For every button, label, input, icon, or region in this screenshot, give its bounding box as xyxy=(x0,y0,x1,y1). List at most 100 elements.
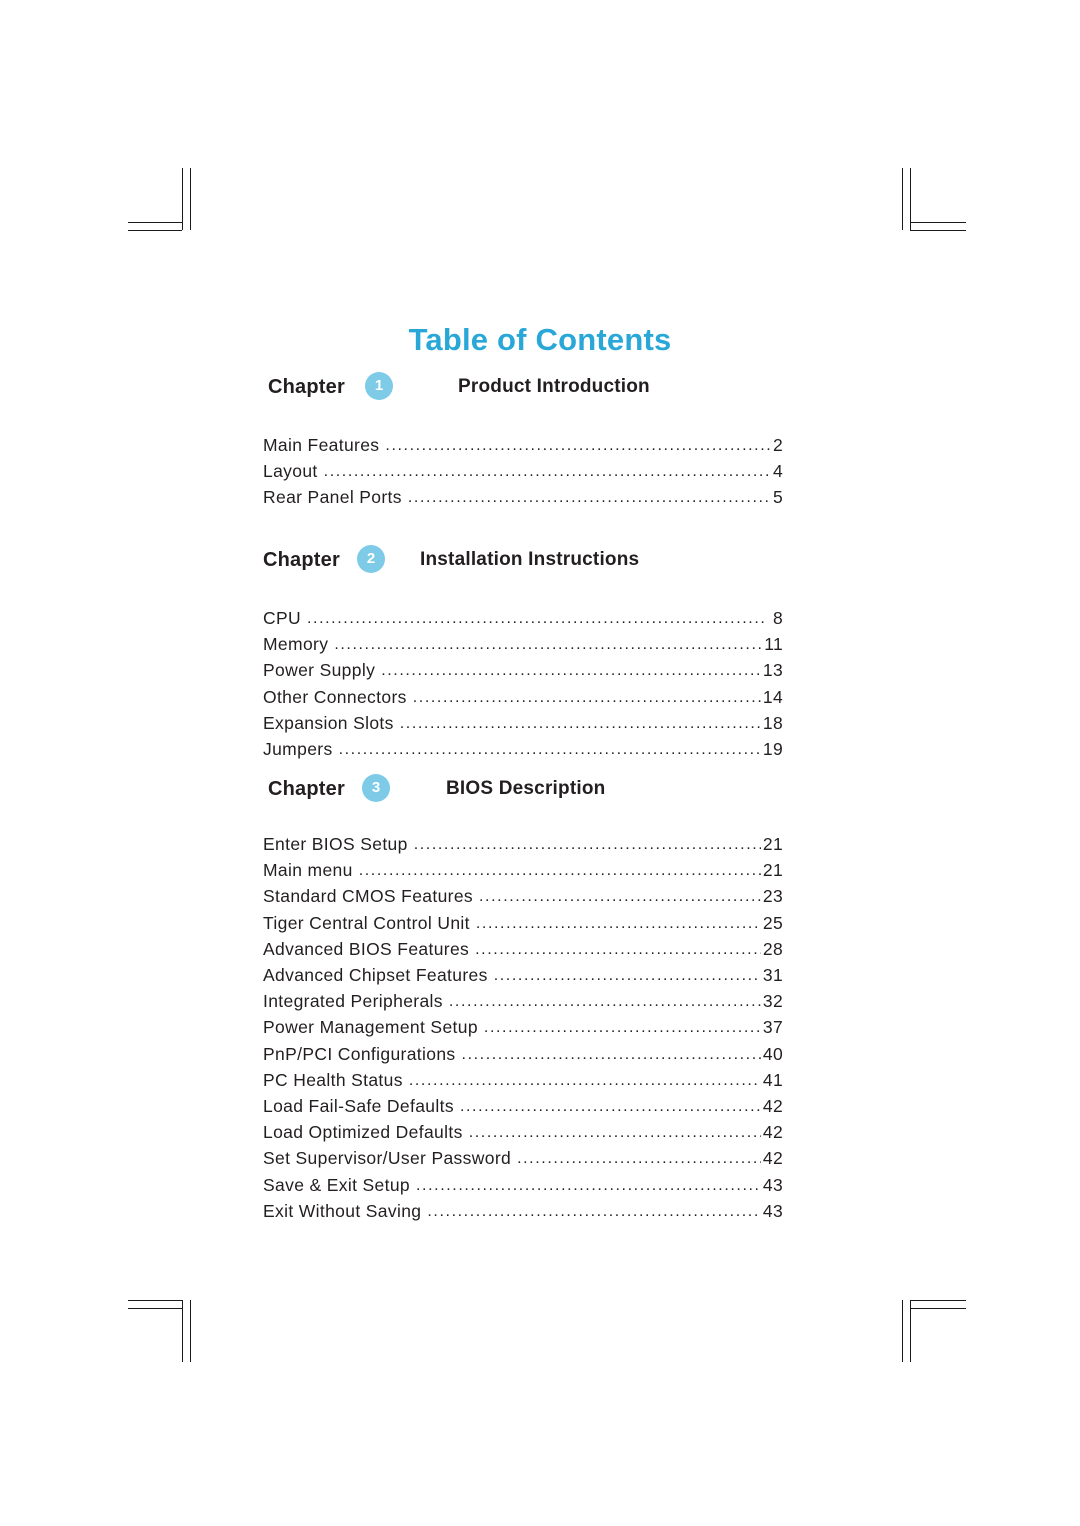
toc-entry-label: Power Management Setup xyxy=(263,1017,478,1038)
toc-entry-page: 31 xyxy=(762,965,783,986)
toc-entry-label: Load Optimized Defaults xyxy=(263,1122,463,1143)
toc-entry[interactable]: Power Supply ...........................… xyxy=(263,658,783,684)
toc-entry-page: 28 xyxy=(762,938,783,959)
toc-entry[interactable]: Main Features ..........................… xyxy=(263,433,783,459)
toc-entry[interactable]: Power Management Setup .................… xyxy=(263,1015,783,1041)
toc-entry[interactable]: Tiger Central Control Unit .............… xyxy=(263,911,783,937)
toc-leader-dots: ........................................… xyxy=(517,1150,761,1168)
toc-leader-dots: ........................................… xyxy=(416,1176,761,1194)
toc-entry-page: 11 xyxy=(764,634,783,655)
chapter-label-3: Chapter xyxy=(268,778,345,800)
toc-entry[interactable]: Advanced BIOS Features .................… xyxy=(263,937,783,963)
toc-leader-dots: ........................................… xyxy=(475,940,761,958)
toc-entry-label: PC Health Status xyxy=(263,1069,403,1090)
toc-leader-dots: ........................................… xyxy=(427,1202,761,1220)
toc-leader-dots: ........................................… xyxy=(323,463,771,481)
toc-entry[interactable]: Exit Without Saving ....................… xyxy=(263,1199,783,1225)
toc-entry[interactable]: Memory .................................… xyxy=(263,632,783,658)
toc-entry-label: Exit Without Saving xyxy=(263,1200,422,1221)
toc-entry-page: 13 xyxy=(762,660,783,681)
toc-leader-dots: ........................................… xyxy=(408,1071,761,1089)
toc-entry-label: Enter BIOS Setup xyxy=(263,834,408,854)
toc-entry-page: 21 xyxy=(762,860,783,881)
toc-entry[interactable]: Load Optimized Defaults ................… xyxy=(263,1120,783,1146)
toc-leader-dots: ........................................… xyxy=(468,1124,761,1142)
toc-entry[interactable]: Other Connectors .......................… xyxy=(263,685,783,711)
toc-entry-page: 32 xyxy=(762,991,783,1012)
toc-entry-page: 18 xyxy=(762,712,783,733)
page-title: Table of Contents xyxy=(408,322,672,357)
chapter-number-badge-1: 1 xyxy=(365,372,393,400)
chapter-section-1: Chapter 1 Product Introduction Main Feat… xyxy=(263,370,783,512)
chapter-heading-2: Chapter 2 Installation Instructions xyxy=(263,543,783,583)
toc-entry-label: Main Features xyxy=(263,435,380,455)
toc-entry-list-1: Main Features ..........................… xyxy=(263,433,783,512)
toc-entry[interactable]: Integrated Peripherals .................… xyxy=(263,989,783,1015)
toc-entry-label: Power Supply xyxy=(263,660,376,681)
toc-leader-dots: ........................................… xyxy=(475,914,761,932)
chapter-title-2: Installation Instructions xyxy=(420,549,640,570)
toc-entry-page: 2 xyxy=(772,435,783,455)
toc-entry[interactable]: CPU ....................................… xyxy=(263,606,783,632)
toc-leader-dots: ........................................… xyxy=(412,688,761,706)
toc-entry-label: Advanced Chipset Features xyxy=(263,965,488,986)
toc-entry[interactable]: Load Fail-Safe Defaults ................… xyxy=(263,1094,783,1120)
toc-leader-dots: ........................................… xyxy=(399,714,761,732)
toc-entry-page: 42 xyxy=(762,1122,783,1143)
toc-entry[interactable]: Enter BIOS Setup .......................… xyxy=(263,832,783,858)
toc-entry-label: Load Fail-Safe Defaults xyxy=(263,1096,454,1117)
chapter-number-badge-2: 2 xyxy=(357,545,385,573)
toc-leader-dots: ........................................… xyxy=(413,836,761,853)
toc-entry[interactable]: Advanced Chipset Features ..............… xyxy=(263,963,783,989)
toc-entry-page: 5 xyxy=(772,487,783,508)
toc-entry-page: 23 xyxy=(762,886,783,907)
toc-entry-label: Main menu xyxy=(263,860,353,881)
toc-leader-dots: ........................................… xyxy=(334,636,763,654)
chapter-section-3: Chapter 3 BIOS Description Enter BIOS Se… xyxy=(263,772,783,1225)
toc-entry-page: 42 xyxy=(762,1148,783,1169)
toc-entry-page: 14 xyxy=(762,686,783,707)
toc-entry-page: 4 xyxy=(772,461,783,482)
chapter-title-3: BIOS Description xyxy=(446,778,606,799)
toc-entry-label: Advanced BIOS Features xyxy=(263,938,470,959)
toc-entry-page: 41 xyxy=(762,1069,783,1090)
toc-entry-label: Standard CMOS Features xyxy=(263,886,474,907)
chapter-title-1: Product Introduction xyxy=(458,376,650,397)
toc-entry-label: Expansion Slots xyxy=(263,712,394,733)
toc-leader-dots: ........................................… xyxy=(448,993,761,1011)
toc-entry[interactable]: PnP/PCI Configurations .................… xyxy=(263,1042,783,1068)
toc-entry-label: Save & Exit Setup xyxy=(263,1174,411,1195)
toc-entry-page: 19 xyxy=(762,739,783,760)
toc-entry-label: Jumpers xyxy=(263,739,333,760)
toc-entry-page: 40 xyxy=(762,1043,783,1064)
toc-page: Table of Contents Chapter 1 Product Intr… xyxy=(0,0,1080,1526)
toc-entry[interactable]: Expansion Slots ........................… xyxy=(263,711,783,737)
toc-entry[interactable]: Layout .................................… xyxy=(263,459,783,485)
toc-entry[interactable]: PC Health Status .......................… xyxy=(263,1068,783,1094)
toc-leader-dots: ........................................… xyxy=(461,1045,761,1063)
toc-entry-label: Set Supervisor/User Password xyxy=(263,1148,512,1169)
toc-entry[interactable]: Rear Panel Ports .......................… xyxy=(263,485,783,511)
toc-entry-page: 42 xyxy=(762,1096,783,1117)
toc-entry[interactable]: Main menu ..............................… xyxy=(263,858,783,884)
chapter-section-2: Chapter 2 Installation Instructions CPU … xyxy=(263,543,783,763)
toc-entry-label: Memory xyxy=(263,634,329,655)
toc-leader-dots: ........................................… xyxy=(459,1098,761,1116)
toc-leader-dots: ........................................… xyxy=(307,610,764,627)
chapter-number-badge-3: 3 xyxy=(362,774,390,802)
toc-entry-page: 21 xyxy=(762,834,783,854)
toc-leader-dots: ........................................… xyxy=(381,662,761,680)
toc-entry-list-3: Enter BIOS Setup .......................… xyxy=(263,832,783,1225)
toc-entry-label: Rear Panel Ports xyxy=(263,487,402,508)
toc-entry[interactable]: Save & Exit Setup ......................… xyxy=(263,1173,783,1199)
toc-entry-page: 43 xyxy=(762,1200,783,1221)
chapter-label-1: Chapter xyxy=(268,376,345,398)
toc-entry[interactable]: Set Supervisor/User Password ...........… xyxy=(263,1146,783,1172)
toc-entry-list-2: CPU ....................................… xyxy=(263,606,783,763)
toc-entry-label: PnP/PCI Configurations xyxy=(263,1043,456,1064)
toc-entry[interactable]: Jumpers ................................… xyxy=(263,737,783,763)
toc-entry[interactable]: Standard CMOS Features .................… xyxy=(263,884,783,910)
toc-leader-dots: ........................................… xyxy=(358,862,761,880)
toc-entry-label: Other Connectors xyxy=(263,686,407,707)
toc-leader-dots: ........................................… xyxy=(385,437,771,454)
